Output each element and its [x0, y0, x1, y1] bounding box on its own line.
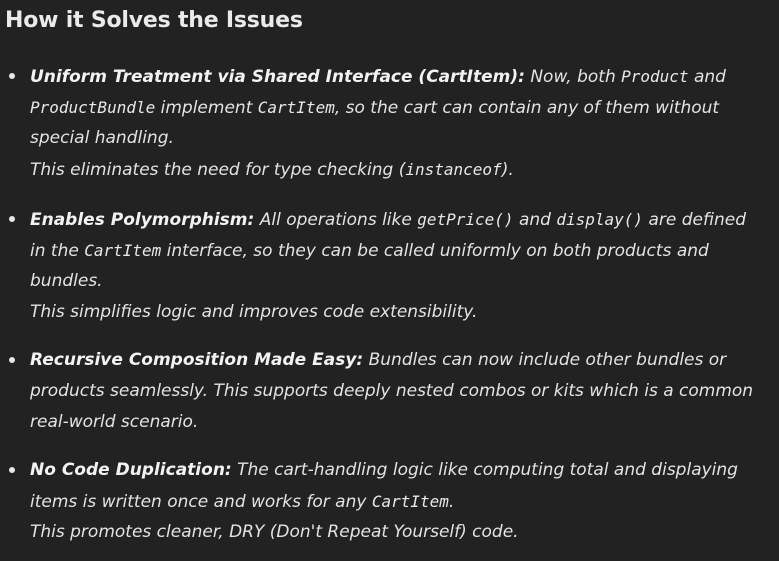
item-line: This promotes cleaner, DRY (Don't Repeat…	[30, 517, 519, 548]
item-text: bundles.	[30, 271, 103, 291]
item-text: The cart-handling logic like computing t…	[231, 460, 738, 480]
item-line: special handling.	[30, 123, 174, 154]
item-text: , so the cart can contain any of them wi…	[334, 98, 720, 118]
item-text: Bundles can now include other bundles or	[363, 350, 727, 370]
code-snippet: ProductBundle	[30, 98, 156, 117]
item-text: items is written once and works for any	[30, 492, 372, 512]
item-title: Recursive Composition Made Easy:	[30, 350, 364, 370]
item-line: Uniform Treatment via Shared Interface (…	[30, 61, 726, 92]
item-line: Recursive Composition Made Easy: Bundles…	[30, 345, 726, 376]
item-text: .	[448, 492, 455, 512]
item-text: products seamlessly. This supports deepl…	[30, 381, 754, 401]
code-snippet: CartItem	[257, 98, 335, 117]
bullet-icon	[9, 73, 15, 79]
item-line: No Code Duplication: The cart-handling l…	[30, 455, 738, 486]
item-line: in the CartItem interface, so they can b…	[30, 235, 709, 266]
item-text: This promotes cleaner, DRY (Don't Repeat…	[30, 522, 519, 542]
item-text: ).	[501, 160, 514, 180]
item-line: items is written once and works for any …	[30, 486, 454, 517]
item-text: This eliminates the need for type checki…	[30, 160, 406, 180]
item-text: All operations like	[254, 210, 418, 230]
code-snippet: CartItem	[371, 492, 449, 511]
item-text: and	[513, 210, 557, 230]
item-text: implement	[155, 98, 258, 118]
item-line: Enables Polymorphism: All operations lik…	[30, 204, 746, 235]
code-snippet: getPrice()	[417, 210, 514, 229]
bullet-icon	[9, 467, 15, 473]
item-title: Uniform Treatment via Shared Interface (…	[30, 67, 525, 87]
bullet-icon	[9, 357, 15, 363]
item-text: and	[688, 67, 726, 87]
item-text: special handling.	[30, 128, 174, 148]
code-snippet: CartItem	[84, 241, 162, 260]
item-text: interface, so they can be called uniform…	[161, 241, 709, 261]
item-text: Now, both	[524, 67, 622, 87]
item-text: This simplifies logic and improves code …	[30, 302, 478, 322]
item-line: bundles.	[30, 266, 103, 297]
item-line: This eliminates the need for type checki…	[30, 154, 514, 185]
item-line: This simplifies logic and improves code …	[30, 297, 477, 328]
section-heading: How it Solves the Issues	[5, 8, 303, 33]
item-text: are defined	[643, 210, 746, 230]
item-line: ProductBundle implement CartItem, so the…	[30, 92, 719, 123]
code-snippet: display()	[556, 210, 644, 229]
bullet-icon	[9, 216, 15, 222]
item-text: real-world scenario.	[30, 412, 199, 432]
code-snippet: Product	[621, 67, 689, 86]
item-title: Enables Polymorphism:	[30, 210, 255, 230]
item-text: in the	[30, 241, 85, 261]
item-title: No Code Duplication:	[30, 460, 232, 480]
item-line: real-world scenario.	[30, 407, 198, 438]
item-line: products seamlessly. This supports deepl…	[30, 376, 753, 407]
document-section: How it Solves the Issues Uniform Treatme…	[0, 0, 779, 561]
code-snippet: instanceof	[405, 160, 502, 179]
